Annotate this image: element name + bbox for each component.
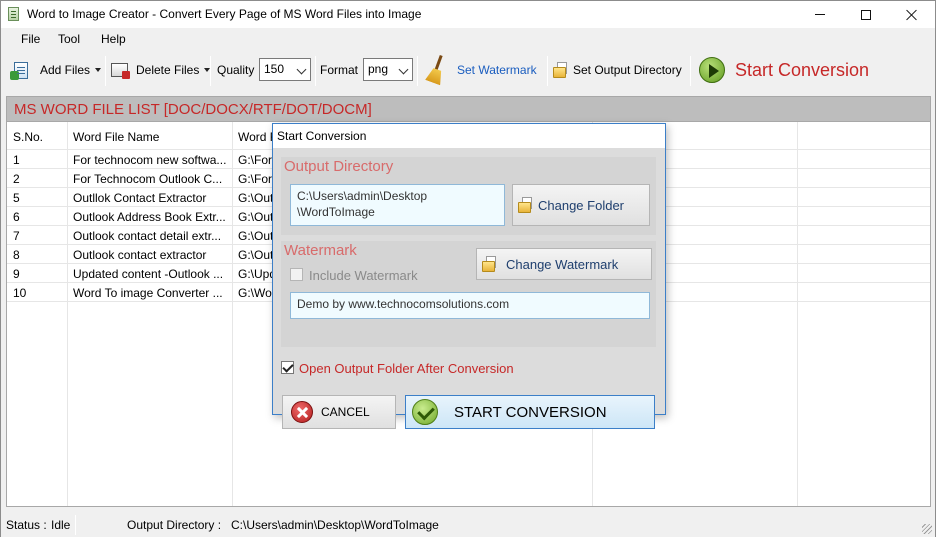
- format-value: png: [368, 62, 389, 76]
- folder-icon: [518, 197, 533, 213]
- format-select[interactable]: png: [363, 58, 413, 81]
- chevron-down-icon: [398, 64, 409, 75]
- row-file-name: Outlook Address Book Extr...: [73, 210, 226, 224]
- delete-file-icon: [111, 63, 130, 79]
- dialog-title-bar: Start Conversion: [273, 124, 665, 148]
- change-watermark-label: Change Watermark: [506, 256, 619, 272]
- set-output-directory-button[interactable]: Set Output Directory: [553, 50, 682, 90]
- output-path-line-2: \WordToImage: [297, 205, 375, 219]
- maximize-button[interactable]: [843, 1, 889, 28]
- dialog-title: Start Conversion: [277, 129, 367, 143]
- folder-icon: [482, 256, 497, 272]
- status-value: Idle: [51, 518, 71, 532]
- row-sno: 7: [13, 229, 20, 243]
- watermark-text: Demo by www.technocomsolutions.com: [297, 297, 510, 311]
- title-bar: Word to Image Creator - Convert Every Pa…: [1, 1, 935, 28]
- add-files-button[interactable]: Add Files: [10, 50, 102, 90]
- row-sno: 2: [13, 172, 20, 186]
- row-sno: 8: [13, 248, 20, 262]
- cancel-label: CANCEL: [321, 405, 370, 419]
- play-icon: [699, 57, 725, 83]
- folder-icon: [553, 62, 568, 78]
- row-sno: 1: [13, 153, 20, 167]
- resize-grip-icon[interactable]: [922, 524, 932, 534]
- set-output-directory-label: Set Output Directory: [573, 63, 682, 77]
- toolbar: Add Files Delete Files Quality 150 Forma…: [1, 50, 935, 92]
- column-header-sno[interactable]: S.No.: [13, 130, 43, 144]
- row-sno: 5: [13, 191, 20, 205]
- open-output-folder-label: Open Output Folder After Conversion: [299, 361, 514, 376]
- dialog-body: Output Directory C:\Users\admin\Desktop …: [273, 148, 665, 429]
- start-conversion-label: Start Conversion: [735, 59, 870, 80]
- quality-value: 150: [264, 62, 285, 76]
- start-conversion-dialog-button[interactable]: START CONVERSION: [405, 395, 655, 429]
- cancel-button[interactable]: CANCEL: [282, 395, 396, 429]
- menu-tool[interactable]: Tool: [58, 32, 80, 46]
- menu-bar: File Tool Help: [1, 28, 935, 50]
- file-list-title: MS WORD FILE LIST [DOC/DOCX/RTF/DOT/DOCM…: [14, 101, 372, 118]
- menu-file[interactable]: File: [21, 32, 40, 46]
- status-label: Status :: [6, 518, 47, 532]
- menu-help[interactable]: Help: [101, 32, 126, 46]
- delete-files-button[interactable]: Delete Files: [111, 50, 211, 90]
- check-icon: [412, 399, 438, 425]
- row-file-name: Updated content -Outlook ...: [73, 267, 224, 281]
- app-window: Word to Image Creator - Convert Every Pa…: [0, 0, 936, 537]
- quality-select[interactable]: 150: [259, 58, 311, 81]
- row-file-name: Outllok Contact Extractor: [73, 191, 207, 205]
- change-folder-button[interactable]: Change Folder: [512, 184, 650, 226]
- app-icon: [8, 7, 19, 21]
- chevron-down-icon: [95, 68, 102, 72]
- close-button[interactable]: [889, 1, 935, 28]
- output-directory-group: Output Directory C:\Users\admin\Desktop …: [281, 157, 656, 235]
- row-sno: 9: [13, 267, 20, 281]
- include-watermark-checkbox[interactable]: [290, 268, 303, 281]
- column-header-name[interactable]: Word File Name: [73, 130, 159, 144]
- change-watermark-button[interactable]: Change Watermark: [476, 248, 652, 280]
- output-directory-label: Output Directory :: [127, 518, 222, 532]
- cancel-icon: [291, 401, 313, 423]
- start-conversion-dialog: Start Conversion Output Directory C:\Use…: [272, 123, 666, 429]
- minimize-button[interactable]: [797, 1, 843, 28]
- start-conversion-button[interactable]: Start Conversion: [699, 50, 869, 90]
- format-label: Format: [320, 63, 359, 77]
- file-list-header: MS WORD FILE LIST [DOC/DOCX/RTF/DOT/DOCM…: [6, 96, 931, 122]
- row-file-name: Word To image Converter ...: [73, 286, 223, 300]
- set-watermark-button[interactable]: Set Watermark: [425, 50, 537, 90]
- broom-icon: [425, 54, 449, 85]
- row-sno: 10: [13, 286, 27, 300]
- row-file-name: Outlook contact detail extr...: [73, 229, 222, 243]
- include-watermark-label: Include Watermark: [309, 268, 418, 283]
- output-path-field[interactable]: C:\Users\admin\Desktop \WordToImage: [290, 184, 505, 226]
- start-conversion-dialog-label: START CONVERSION: [454, 403, 607, 421]
- minimize-icon: [815, 14, 825, 15]
- output-directory-title: Output Directory: [284, 158, 394, 175]
- output-path-line-1: C:\Users\admin\Desktop: [297, 189, 428, 203]
- change-folder-label: Change Folder: [538, 197, 624, 213]
- row-sno: 6: [13, 210, 20, 224]
- quality-label: Quality: [217, 63, 255, 77]
- watermark-title: Watermark: [284, 242, 357, 259]
- close-icon: [906, 9, 918, 21]
- window-title: Word to Image Creator - Convert Every Pa…: [27, 7, 422, 21]
- watermark-text-field[interactable]: Demo by www.technocomsolutions.com: [290, 292, 650, 319]
- output-directory-value: C:\Users\admin\Desktop\WordToImage: [231, 518, 439, 532]
- watermark-group: Watermark Include Watermark Change Water…: [281, 241, 656, 347]
- set-watermark-label: Set Watermark: [457, 63, 537, 77]
- status-bar: Status : Idle Output Directory : C:\User…: [1, 513, 935, 537]
- open-output-folder-checkbox[interactable]: [281, 361, 294, 374]
- chevron-down-icon: [296, 64, 307, 75]
- delete-files-label: Delete Files: [136, 63, 200, 77]
- row-file-name: Outlook contact extractor: [73, 248, 207, 262]
- maximize-icon: [861, 9, 871, 20]
- add-file-icon: [10, 61, 28, 80]
- row-file-name: For technocom new softwa...: [73, 153, 227, 167]
- add-files-label: Add Files: [40, 63, 91, 77]
- row-file-name: For Technocom Outlook C...: [73, 172, 223, 186]
